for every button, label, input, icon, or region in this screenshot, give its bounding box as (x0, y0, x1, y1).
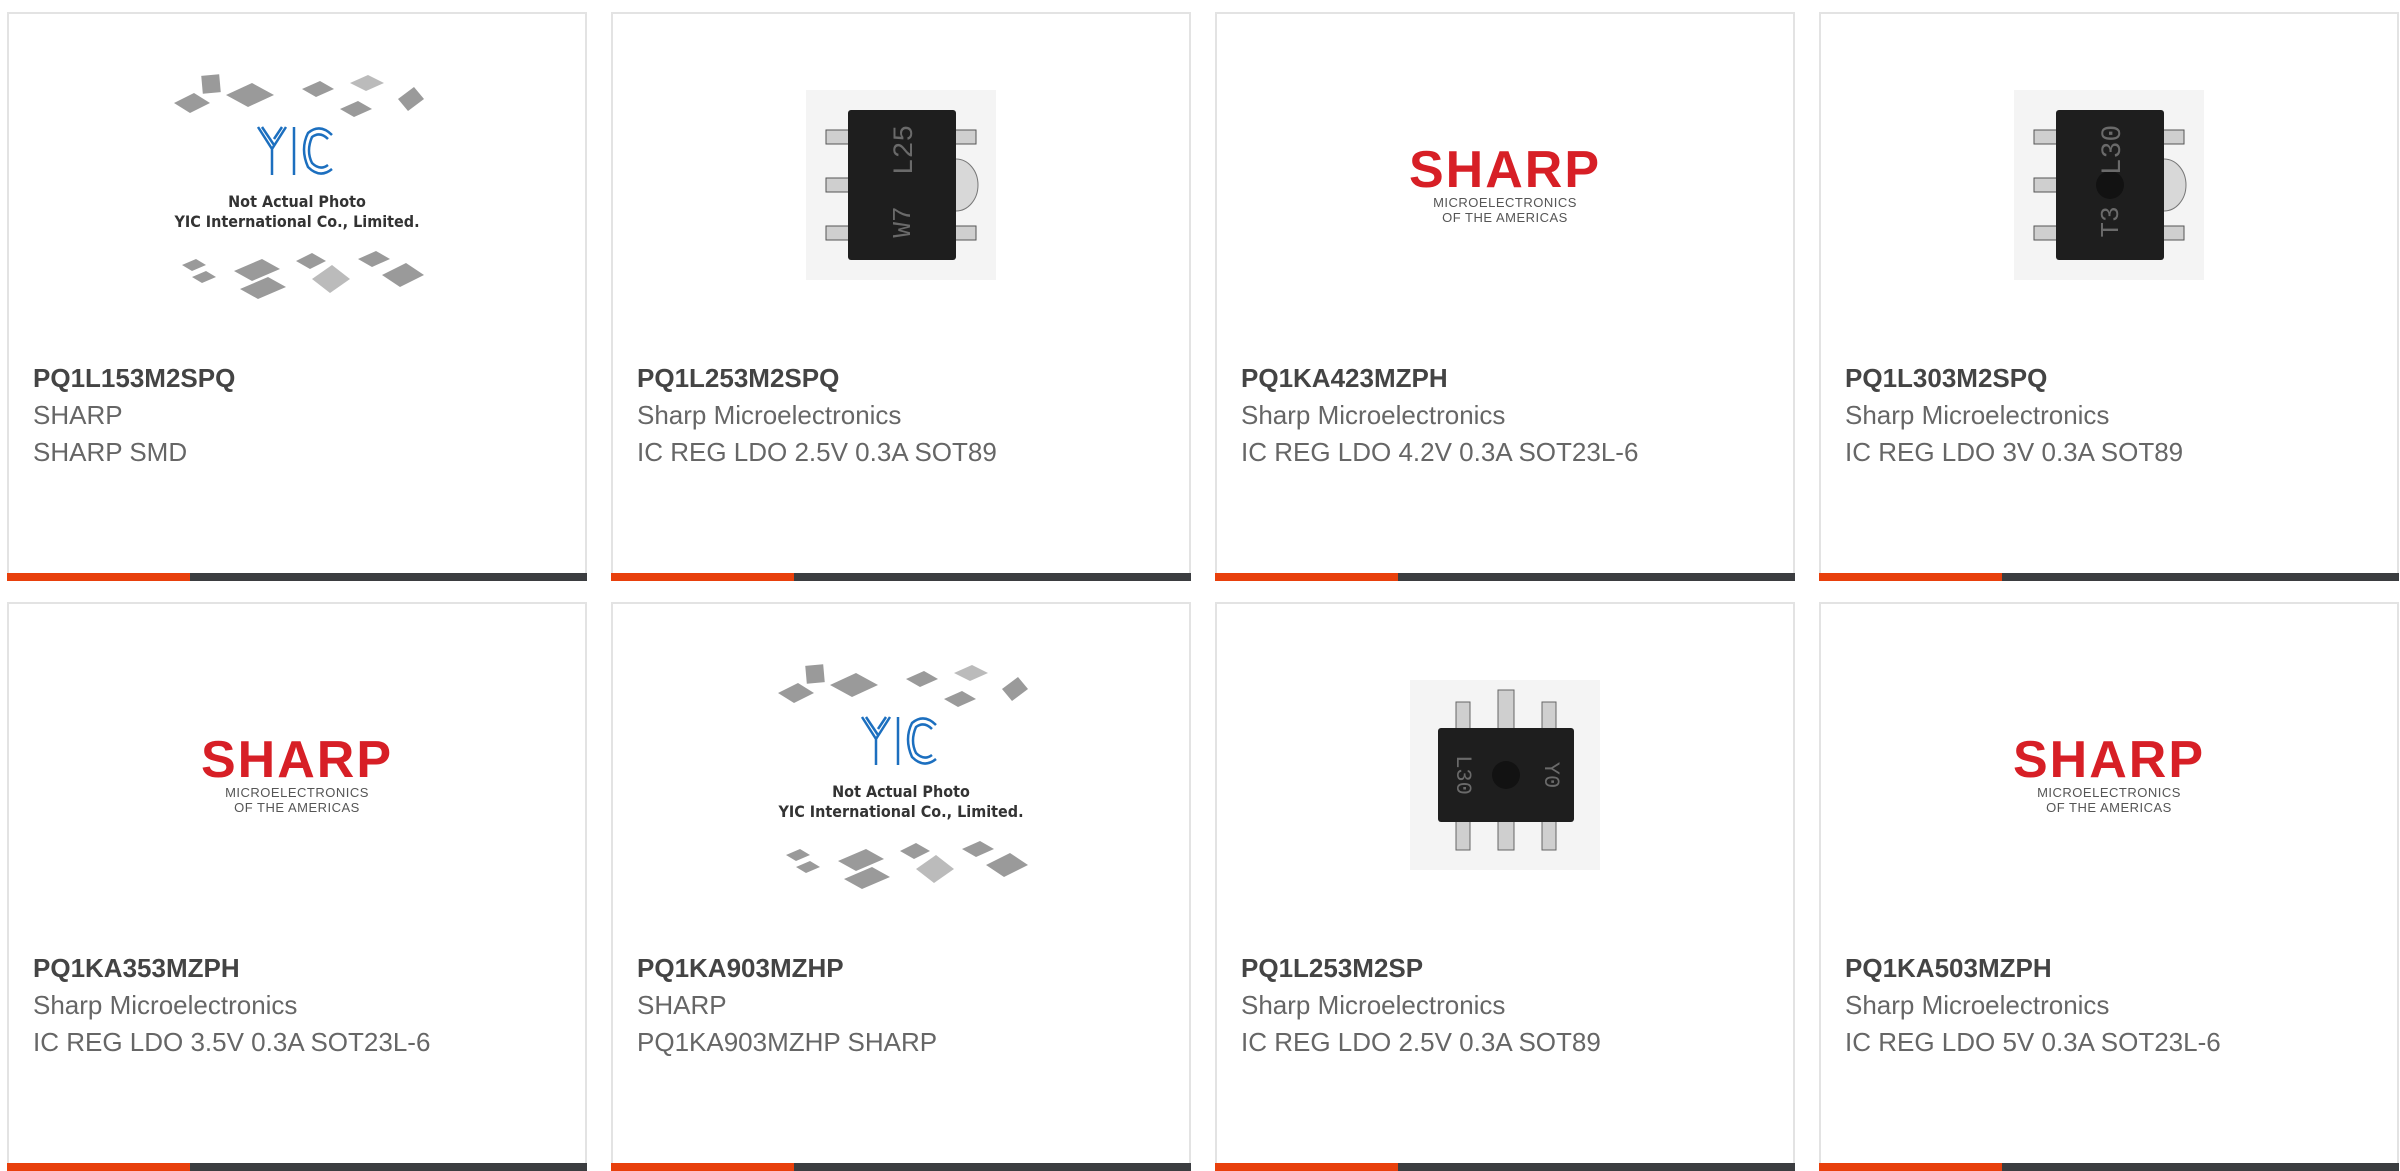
product-card[interactable]: SHARP MICROELECTRONICS OF THE AMERICAS P… (1215, 12, 1795, 581)
product-info: PQ1L253M2SPQ Sharp Microelectronics IC R… (637, 359, 1097, 471)
chip-photo-icon: L30 Y0 (1410, 680, 1600, 870)
description: IC REG LDO 2.5V 0.3A SOT89 (637, 437, 997, 467)
not-actual-photo-icon: Not Actual Photo YIC International Co., … (777, 664, 1028, 889)
card-accent (1819, 1163, 2002, 1171)
logo-subtitle: MICROELECTRONICS (225, 785, 369, 800)
chip-marking: L25 (890, 125, 921, 175)
manufacturer: SHARP (33, 400, 123, 430)
manufacturer: Sharp Microelectronics (637, 400, 902, 430)
product-card[interactable]: L30 T3 PQ1L303M2SPQ Sharp Microelectroni… (1819, 12, 2399, 581)
logo-subtitle: OF THE AMERICAS (2046, 800, 2172, 815)
description: SHARP SMD (33, 437, 188, 467)
card-bottom-bar (1819, 573, 2399, 581)
manufacturer: Sharp Microelectronics (33, 990, 298, 1020)
product-image[interactable]: SHARP MICROELECTRONICS OF THE AMERICAS (1821, 604, 2397, 946)
chip-marking: L30 (2098, 125, 2129, 175)
chip-photo-icon: L30 T3 (2014, 90, 2204, 280)
part-number-link[interactable]: PQ1L153M2SPQ (33, 359, 493, 397)
description: IC REG LDO 2.5V 0.3A SOT89 (1241, 1027, 1601, 1057)
card-bottom-bar (1215, 1163, 1795, 1171)
product-info: PQ1L303M2SPQ Sharp Microelectronics IC R… (1845, 359, 2305, 471)
product-grid: Not Actual Photo YIC International Co., … (0, 0, 2400, 1171)
product-card[interactable]: Not Actual Photo YIC International Co., … (611, 602, 1191, 1171)
card-accent (611, 573, 794, 581)
part-number-link[interactable]: PQ1KA353MZPH (33, 949, 493, 987)
logo-subtitle: MICROELECTRONICS (1433, 195, 1577, 210)
manufacturer: Sharp Microelectronics (1845, 400, 2110, 430)
chip-marking: T3 (2096, 206, 2126, 237)
product-info: PQ1KA503MZPH Sharp Microelectronics IC R… (1845, 949, 2305, 1061)
chip-marking: L30 (1450, 755, 1475, 795)
description: IC REG LDO 5V 0.3A SOT23L-6 (1845, 1027, 2221, 1057)
logo-word: SHARP (1408, 141, 1602, 199)
card-bottom-bar (611, 573, 1191, 581)
logo-word: SHARP (2012, 731, 2206, 789)
product-info: PQ1KA903MZHP SHARP PQ1KA903MZHP SHARP (637, 949, 1097, 1061)
product-info: PQ1KA423MZPH Sharp Microelectronics IC R… (1241, 359, 1701, 471)
product-image[interactable]: SHARP MICROELECTRONICS OF THE AMERICAS (9, 604, 585, 946)
card-accent (1819, 573, 2002, 581)
description: IC REG LDO 4.2V 0.3A SOT23L-6 (1241, 437, 1639, 467)
logo-word: SHARP (200, 731, 394, 789)
product-image[interactable]: SHARP MICROELECTRONICS OF THE AMERICAS (1217, 14, 1793, 356)
description: IC REG LDO 3.5V 0.3A SOT23L-6 (33, 1027, 431, 1057)
placeholder-caption: Not Actual Photo (832, 782, 970, 801)
sharp-logo-icon: SHARP MICROELECTRONICS OF THE AMERICAS (1408, 141, 1602, 225)
manufacturer: Sharp Microelectronics (1845, 990, 2110, 1020)
card-accent (1215, 573, 1398, 581)
chip-marking: W7 (888, 206, 918, 237)
placeholder-caption: YIC International Co., Limited. (173, 212, 419, 231)
placeholder-caption: YIC International Co., Limited. (777, 802, 1023, 821)
product-info: PQ1L153M2SPQ SHARP SHARP SMD (33, 359, 493, 471)
product-card[interactable]: L25 W7 PQ1L253M2SPQ Sharp Microelectroni… (611, 12, 1191, 581)
product-card[interactable]: SHARP MICROELECTRONICS OF THE AMERICAS P… (7, 602, 587, 1171)
logo-subtitle: OF THE AMERICAS (1442, 210, 1568, 225)
product-info: PQ1L253M2SP Sharp Microelectronics IC RE… (1241, 949, 1701, 1061)
card-accent (611, 1163, 794, 1171)
product-image[interactable]: Not Actual Photo YIC International Co., … (9, 14, 585, 356)
manufacturer: SHARP (637, 990, 727, 1020)
product-card[interactable]: L30 Y0 PQ1L253M2SP Sharp Microelectronic… (1215, 602, 1795, 1171)
description: PQ1KA903MZHP SHARP (637, 1027, 938, 1057)
product-image[interactable]: L25 W7 (613, 14, 1189, 356)
manufacturer: Sharp Microelectronics (1241, 990, 1506, 1020)
chip-photo-icon: L25 W7 (806, 90, 996, 280)
card-bottom-bar (1215, 573, 1795, 581)
product-image[interactable]: Not Actual Photo YIC International Co., … (613, 604, 1189, 946)
card-bottom-bar (7, 573, 587, 581)
part-number-link[interactable]: PQ1L303M2SPQ (1845, 359, 2305, 397)
chip-marking: Y0 (1538, 762, 1563, 788)
part-number-link[interactable]: PQ1KA503MZPH (1845, 949, 2305, 987)
part-number-link[interactable]: PQ1L253M2SPQ (637, 359, 1097, 397)
product-card[interactable]: SHARP MICROELECTRONICS OF THE AMERICAS P… (1819, 602, 2399, 1171)
part-number-link[interactable]: PQ1KA423MZPH (1241, 359, 1701, 397)
part-number-link[interactable]: PQ1L253M2SP (1241, 949, 1701, 987)
sharp-logo-icon: SHARP MICROELECTRONICS OF THE AMERICAS (2012, 731, 2206, 815)
not-actual-photo-icon: Not Actual Photo YIC International Co., … (173, 74, 424, 299)
card-bottom-bar (7, 1163, 587, 1171)
logo-subtitle: MICROELECTRONICS (2037, 785, 2181, 800)
card-accent (7, 1163, 190, 1171)
part-number-link[interactable]: PQ1KA903MZHP (637, 949, 1097, 987)
product-image[interactable]: L30 Y0 (1217, 604, 1793, 946)
card-bottom-bar (1819, 1163, 2399, 1171)
card-bottom-bar (611, 1163, 1191, 1171)
product-image[interactable]: L30 T3 (1821, 14, 2397, 356)
logo-subtitle: OF THE AMERICAS (234, 800, 360, 815)
description: IC REG LDO 3V 0.3A SOT89 (1845, 437, 2184, 467)
sharp-logo-icon: SHARP MICROELECTRONICS OF THE AMERICAS (200, 731, 394, 815)
card-accent (7, 573, 190, 581)
product-info: PQ1KA353MZPH Sharp Microelectronics IC R… (33, 949, 493, 1061)
product-card[interactable]: Not Actual Photo YIC International Co., … (7, 12, 587, 581)
placeholder-caption: Not Actual Photo (228, 192, 366, 211)
card-accent (1215, 1163, 1398, 1171)
manufacturer: Sharp Microelectronics (1241, 400, 1506, 430)
